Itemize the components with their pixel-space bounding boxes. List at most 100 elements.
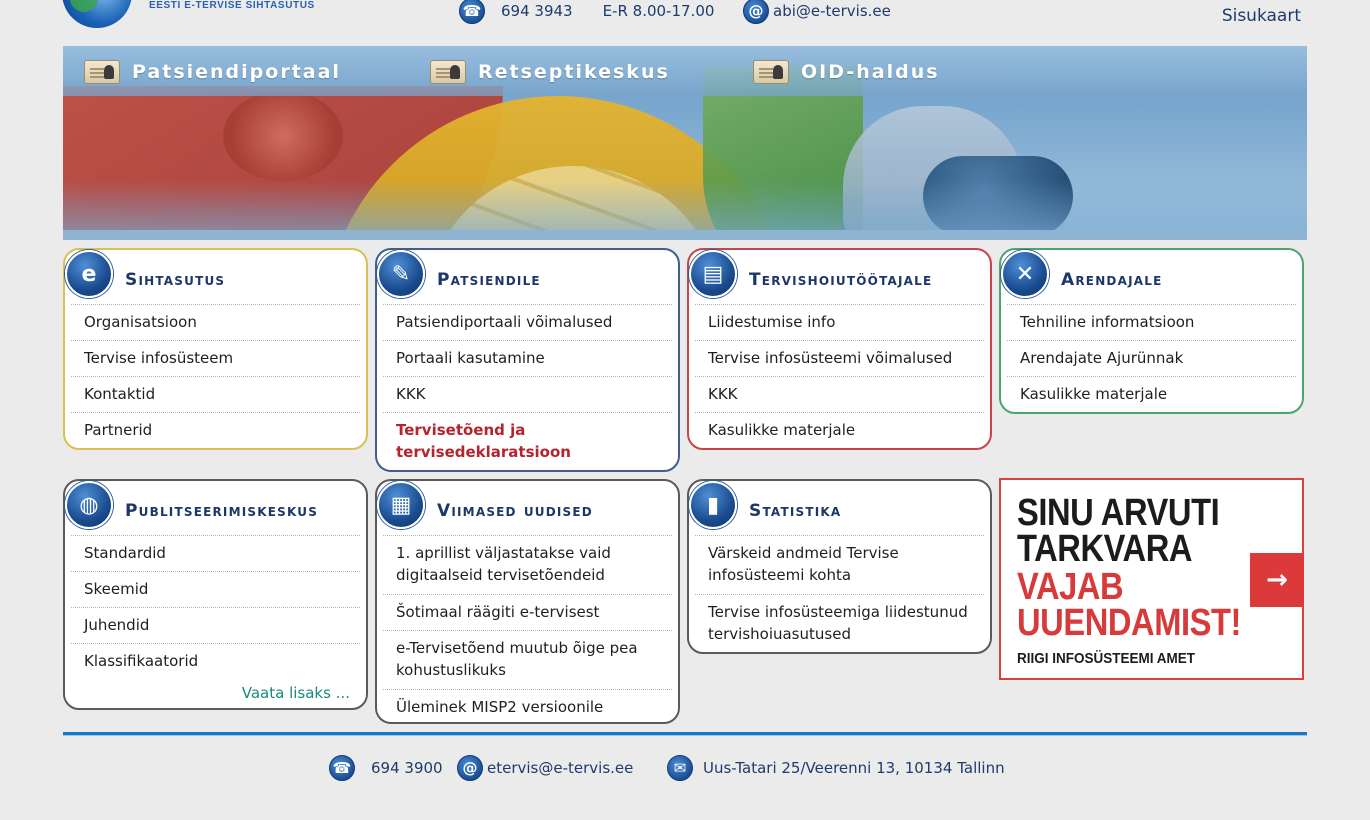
card-link-list: Standardid Skeemid Juhendid Klassifikaat… <box>71 535 360 679</box>
card-link-list: Värskeid andmeid Tervise infosüsteemi ko… <box>695 535 984 653</box>
phone-icon: ☎ <box>459 0 485 24</box>
at-icon: @ <box>743 0 769 24</box>
list-item-tervise-infosusteemi-voimalused[interactable]: Tervise infosüsteemi võimalused <box>695 340 984 376</box>
patsiendiportaal-link[interactable]: Patsiendiportaal <box>84 58 341 86</box>
list-item-varskeid-andmeid[interactable]: Värskeid andmeid Tervise infosüsteemi ko… <box>695 535 984 594</box>
card-statistika: ▮ Statistika Värskeid andmeid Tervise in… <box>687 479 992 654</box>
org-name: EESTI E-TERVISE SIHTASUTUS <box>149 0 315 11</box>
retseptikeskus-link[interactable]: Retseptikeskus <box>430 58 670 86</box>
card-patsiendile: ✎ Patsiendile Patsiendiportaali võimalus… <box>375 248 680 472</box>
ad-sponsor: RIIGI INFOSÜSTEEMI AMET <box>1017 650 1196 667</box>
tools-icon: ✕ <box>1001 250 1049 298</box>
news-item[interactable]: e-Tervisetõend muutub õige pea kohustusl… <box>383 630 672 689</box>
card-link-list: Liidestumise info Tervise infosüsteemi v… <box>695 304 984 448</box>
e-logo-icon: e <box>65 250 113 298</box>
card-title-patsiendile[interactable]: Patsiendile <box>437 270 541 290</box>
card-title-arendajale[interactable]: Arendajale <box>1061 270 1162 290</box>
card-tervishoiutootajale: ▤ Tervishoiutöötajale Liidestumise info … <box>687 248 992 450</box>
list-item-juhendid[interactable]: Juhendid <box>71 607 360 643</box>
id-card-icon <box>430 60 466 84</box>
list-item-tehniline-informatsioon[interactable]: Tehniline informatsioon <box>1007 304 1296 340</box>
footer-email-link[interactable]: etervis@e-tervis.ee <box>487 759 633 777</box>
footer-divider <box>63 732 1307 736</box>
ad-line-2: TARKVARA <box>1017 528 1193 570</box>
card-title-publitseerimiskeskus[interactable]: Publitseerimiskeskus <box>125 501 318 521</box>
list-item-arendajate-ajurunnak[interactable]: Arendajate Ajurünnak <box>1007 340 1296 376</box>
list-item-kontaktid[interactable]: Kontaktid <box>71 376 360 412</box>
list-item-patsiendiportaali-voimalused[interactable]: Patsiendiportaali võimalused <box>383 304 672 340</box>
card-header: ▦ Viimased uudised <box>377 481 678 535</box>
list-item-liidestumise-info[interactable]: Liidestumise info <box>695 304 984 340</box>
footer-phone: ☎ 694 3900 <box>329 755 443 781</box>
card-title-tervishoiutootajale[interactable]: Tervishoiutöötajale <box>749 270 932 290</box>
card-sihtasutus: e Sihtasutus Organisatsioon Tervise info… <box>63 248 368 450</box>
news-list: 1. aprillist väljastatakse vaid digitaal… <box>383 535 672 725</box>
list-item-kkk[interactable]: KKK <box>383 376 672 412</box>
arrow-right-icon: → <box>1250 553 1304 607</box>
list-item-organisatsioon[interactable]: Organisatsioon <box>71 304 360 340</box>
footer-email[interactable]: @ etervis@e-tervis.ee <box>457 755 633 781</box>
card-title-sihtasutus[interactable]: Sihtasutus <box>125 270 225 290</box>
id-badge-icon: ▤ <box>689 250 737 298</box>
oid-haldus-link[interactable]: OID-haldus <box>753 58 940 86</box>
list-item-klassifikaatorid[interactable]: Klassifikaatorid <box>71 643 360 679</box>
list-item-tervise-infosusteem[interactable]: Tervise infosüsteem <box>71 340 360 376</box>
footer-address-text: Uus-Tatari 25/Veerenni 13, 10134 Tallinn <box>703 759 1005 777</box>
list-item-kasulikke-materjale[interactable]: Kasulikke materjale <box>1007 376 1296 412</box>
id-card-icon <box>84 60 120 84</box>
list-item-partnerid[interactable]: Partnerid <box>71 412 360 448</box>
list-item-portaali-kasutamine[interactable]: Portaali kasutamine <box>383 340 672 376</box>
card-header: ✎ Patsiendile <box>377 250 678 304</box>
ad-line-3: VAJAB <box>1017 566 1124 608</box>
ad-line-4: UUENDAMIST! <box>1017 602 1242 644</box>
footer-address: ✉ Uus-Tatari 25/Veerenni 13, 10134 Talli… <box>667 755 1005 781</box>
top-bar: EESTI E-TERVISE SIHTASUTUS ☎ 694 3943 E-… <box>0 0 1370 40</box>
list-item-standardid[interactable]: Standardid <box>71 535 360 571</box>
card-publitseerimiskeskus: ◍ Publitseerimiskeskus Standardid Skeemi… <box>63 479 368 710</box>
header-hours: E-R 8.00-17.00 <box>602 2 715 20</box>
ad-line-1: SINU ARVUTI <box>1017 492 1220 534</box>
card-header: ▮ Statistika <box>689 481 990 535</box>
header-email[interactable]: @ abi@e-tervis.ee <box>743 0 891 24</box>
card-header: ▤ Tervishoiutöötajale <box>689 250 990 304</box>
software-update-ad[interactable]: SINU ARVUTI TARKVARA VAJAB UUENDAMIST! R… <box>999 478 1304 680</box>
card-title-viimased-uudised[interactable]: Viimased uudised <box>437 501 593 521</box>
banner-art-stethoscope <box>223 91 343 181</box>
envelope-icon: ✉ <box>667 755 693 781</box>
phone-icon: ☎ <box>329 755 355 781</box>
see-more-link[interactable]: Vaata lisaks ... <box>242 684 350 702</box>
bar-chart-icon: ▮ <box>689 481 737 529</box>
card-viimased-uudised: ▦ Viimased uudised 1. aprillist väljasta… <box>375 479 680 724</box>
card-link-list: Tehniline informatsioon Arendajate Ajurü… <box>1007 304 1296 412</box>
card-arendajale: ✕ Arendajale Tehniline informatsioon Are… <box>999 248 1304 414</box>
news-item[interactable]: Üleminek MISP2 versioonile <box>383 689 672 725</box>
card-title-statistika[interactable]: Statistika <box>749 501 841 521</box>
list-item-skeemid[interactable]: Skeemid <box>71 571 360 607</box>
list-item-tervisetoend[interactable]: Tervisetõend ja tervisedeklaratsioon <box>383 412 672 471</box>
banner-baseline <box>63 230 1307 240</box>
patsiendiportaal-label: Patsiendiportaal <box>132 61 341 83</box>
e-tervis-logo-icon[interactable] <box>62 0 132 28</box>
header-phone: ☎ 694 3943 E-R 8.00-17.00 <box>459 0 715 24</box>
hero-banner: Patsiendiportaal Retseptikeskus OID-hald… <box>63 46 1307 240</box>
card-header: ◍ Publitseerimiskeskus <box>65 481 366 535</box>
list-item-liidestunud-asutused[interactable]: Tervise infosüsteemiga liidestunud tervi… <box>695 594 984 653</box>
card-link-list: Patsiendiportaali võimalused Portaali ka… <box>383 304 672 471</box>
card-header: e Sihtasutus <box>65 250 366 304</box>
sitemap-link[interactable]: Sisukaart <box>1222 6 1301 26</box>
retseptikeskus-label: Retseptikeskus <box>478 61 670 83</box>
news-item[interactable]: 1. aprillist väljastatakse vaid digitaal… <box>383 535 672 594</box>
card-link-list: Organisatsioon Tervise infosüsteem Konta… <box>71 304 360 448</box>
footer-phone-number: 694 3900 <box>371 759 443 777</box>
oid-haldus-label: OID-haldus <box>801 61 940 83</box>
news-item[interactable]: Šotimaal räägiti e-tervisest <box>383 594 672 630</box>
header-email-link[interactable]: abi@e-tervis.ee <box>773 2 891 20</box>
globe-icon: ◍ <box>65 481 113 529</box>
at-icon: @ <box>457 755 483 781</box>
card-header: ✕ Arendajale <box>1001 250 1302 304</box>
list-item-kasulikke-materjale[interactable]: Kasulikke materjale <box>695 412 984 448</box>
newspaper-icon: ▦ <box>377 481 425 529</box>
list-item-kkk[interactable]: KKK <box>695 376 984 412</box>
header-phone-number: 694 3943 <box>501 2 573 20</box>
id-card-icon <box>753 60 789 84</box>
